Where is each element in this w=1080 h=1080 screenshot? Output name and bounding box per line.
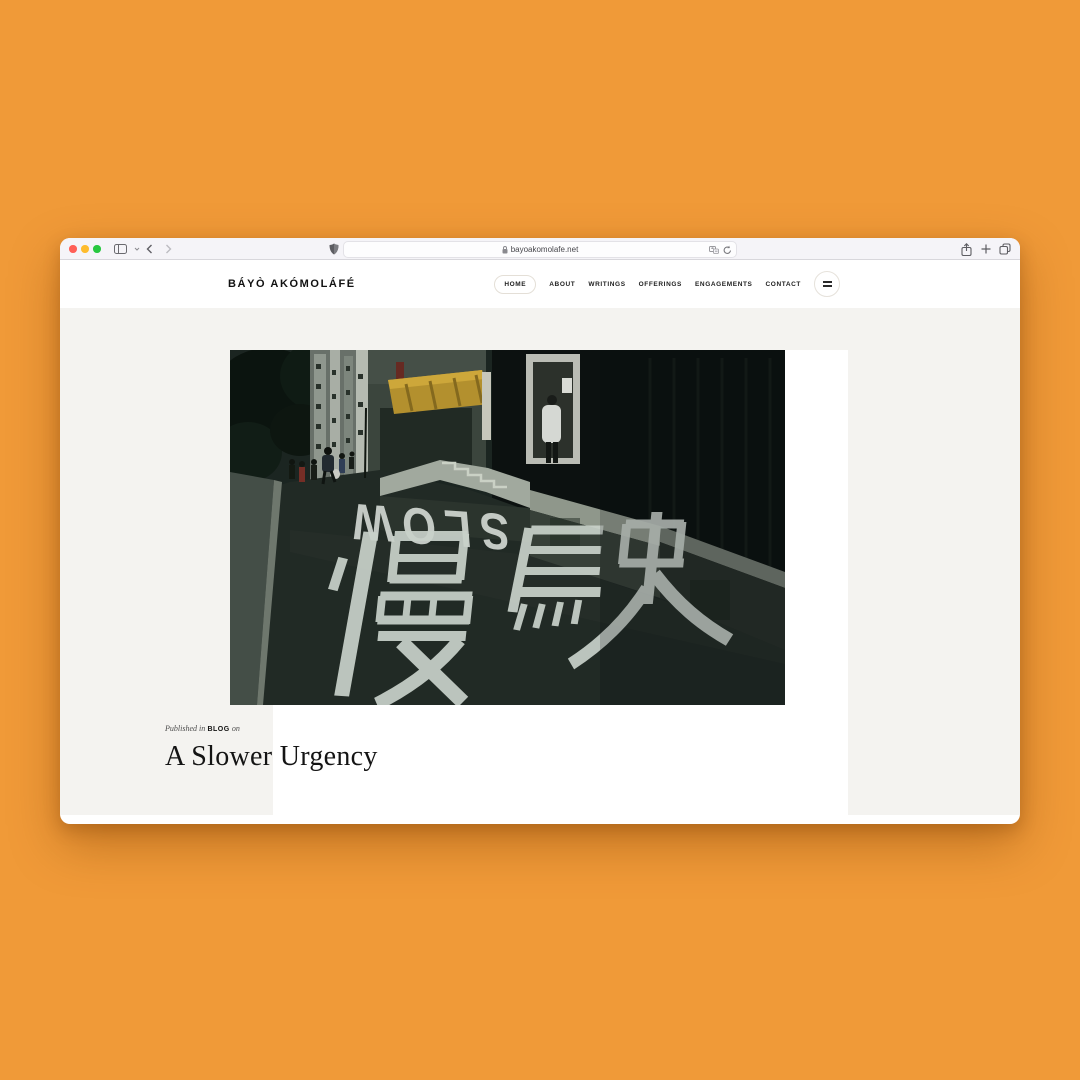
site-header: BÁYÒ AKÓMOLÁFÉ HOME ABOUT WRITINGS OFFER… xyxy=(60,260,1020,308)
nav-item-offerings[interactable]: OFFERINGS xyxy=(639,281,682,288)
browser-toolbar: bayoakomolafe.net xyxy=(60,238,1020,260)
reload-icon[interactable] xyxy=(723,245,732,255)
zoom-window-button[interactable] xyxy=(93,245,101,253)
post-title[interactable]: A Slower Urgency xyxy=(165,741,530,773)
nav-item-writings[interactable]: WRITINGS xyxy=(588,281,625,288)
url-text: bayoakomolafe.net xyxy=(510,245,579,254)
new-tab-icon[interactable] xyxy=(978,242,993,257)
privacy-shield-icon[interactable] xyxy=(326,241,341,256)
main-nav: HOME ABOUT WRITINGS OFFERINGS ENGAGEMENT… xyxy=(494,271,840,297)
forward-icon[interactable] xyxy=(161,242,176,257)
hero-image: SLOW xyxy=(230,350,785,705)
back-icon[interactable] xyxy=(142,242,157,257)
address-bar[interactable]: bayoakomolafe.net xyxy=(343,241,737,258)
close-window-button[interactable] xyxy=(69,245,77,253)
nav-item-contact[interactable]: CONTACT xyxy=(766,281,802,288)
page-content: SLOW Published in BLOG on A Slower Urgen… xyxy=(60,308,1020,815)
menu-burger-button[interactable] xyxy=(814,271,840,297)
nav-item-about[interactable]: ABOUT xyxy=(549,281,575,288)
post-meta: Published in BLOG on xyxy=(165,724,530,733)
category-link[interactable]: BLOG xyxy=(207,726,229,733)
street-scene-illustration: SLOW xyxy=(230,350,785,705)
article-body: Published in BLOG on A Slower Urgency xyxy=(165,724,530,773)
share-icon[interactable] xyxy=(959,242,974,257)
tab-overview-icon[interactable] xyxy=(997,242,1012,257)
nav-item-home[interactable]: HOME xyxy=(494,274,537,294)
lock-icon xyxy=(502,245,508,253)
nav-item-engagements[interactable]: ENGAGEMENTS xyxy=(695,281,753,288)
published-suffix: on xyxy=(231,724,240,733)
site-logo[interactable]: BÁYÒ AKÓMOLÁFÉ xyxy=(228,278,356,290)
sidebar-toggle-icon[interactable] xyxy=(113,242,128,257)
minimize-window-button[interactable] xyxy=(81,245,89,253)
published-prefix: Published in xyxy=(165,724,206,733)
browser-window: bayoakomolafe.net BÁYÒ AKÓMOLÁFÉ HOME AB… xyxy=(60,238,1020,824)
translate-icon[interactable] xyxy=(709,245,719,254)
desktop-background: bayoakomolafe.net BÁYÒ AKÓMOLÁFÉ HOME AB… xyxy=(0,0,1080,1080)
